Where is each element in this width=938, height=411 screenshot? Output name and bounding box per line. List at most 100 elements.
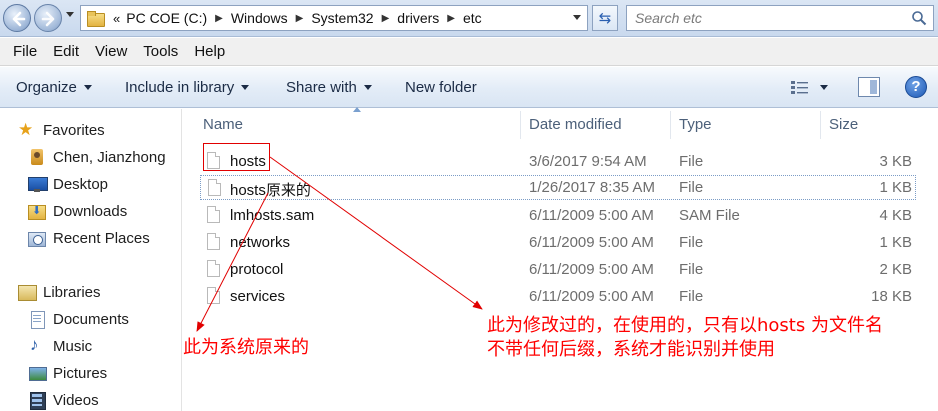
breadcrumb-drivers[interactable]: drivers bbox=[397, 10, 439, 26]
chevron-down-icon bbox=[83, 85, 92, 90]
annotation-line: 不带任何后缀，系统才能识别并使用 bbox=[487, 339, 775, 360]
nav-item-label: Music bbox=[53, 337, 93, 355]
file-row-hosts-original[interactable]: hosts原来的 1/26/2017 8:35 AM File 1 KB bbox=[200, 175, 916, 200]
folder-icon bbox=[87, 11, 105, 27]
organize-label: Organize bbox=[16, 79, 77, 96]
breadcrumb-system32[interactable]: System32 bbox=[311, 10, 373, 26]
annotation-line: 此为修改过的，在使用的，只有以hosts 为文件名 bbox=[487, 315, 883, 336]
nav-item-pictures[interactable]: Pictures bbox=[28, 362, 107, 384]
breadcrumb-windows[interactable]: Windows bbox=[231, 10, 288, 26]
file-type: File bbox=[679, 179, 704, 196]
search-icon[interactable] bbox=[911, 10, 927, 26]
include-in-library-button[interactable]: Include in library bbox=[117, 79, 257, 96]
column-header-date[interactable]: Date modified bbox=[529, 109, 622, 140]
file-type: File bbox=[679, 288, 704, 305]
nav-item-label: Desktop bbox=[53, 175, 109, 193]
sort-ascending-icon bbox=[353, 107, 361, 112]
nav-item-documents[interactable]: Documents bbox=[28, 308, 129, 330]
file-row-networks[interactable]: networks 6/11/2009 5:00 AM File 1 KB bbox=[200, 230, 916, 255]
nav-item-music[interactable]: Music bbox=[28, 335, 92, 357]
file-date: 6/11/2009 5:00 AM bbox=[529, 288, 654, 305]
nav-item-downloads[interactable]: Downloads bbox=[28, 200, 127, 222]
breadcrumb-drive[interactable]: PC COE (C:) bbox=[126, 10, 207, 26]
nav-item-videos[interactable]: Videos bbox=[28, 389, 99, 411]
file-row-hosts[interactable]: hosts 3/6/2017 9:54 AM File 3 KB bbox=[200, 149, 916, 174]
downloads-icon bbox=[28, 203, 46, 220]
file-size: 3 KB bbox=[879, 153, 912, 170]
help-icon[interactable]: ? bbox=[905, 76, 927, 98]
address-bar-row: « PC COE (C:) ▶ Windows ▶ System32 ▶ dri… bbox=[0, 0, 938, 37]
breadcrumb-separator-icon[interactable]: ▶ bbox=[382, 13, 390, 24]
address-bar[interactable]: « PC COE (C:) ▶ Windows ▶ System32 ▶ dri… bbox=[80, 5, 588, 31]
pictures-icon bbox=[28, 365, 47, 381]
file-icon bbox=[207, 233, 220, 250]
change-view-button[interactable] bbox=[790, 77, 836, 97]
breadcrumb-separator-icon[interactable]: ▶ bbox=[447, 13, 455, 24]
file-size: 1 KB bbox=[879, 179, 912, 196]
nav-favorites[interactable]: ★ Favorites bbox=[18, 119, 105, 141]
annotation-highlight-box bbox=[203, 143, 270, 171]
navigation-pane: ★ Favorites Chen, Jianzhong Desktop Down… bbox=[0, 109, 180, 411]
nav-libraries[interactable]: Libraries bbox=[18, 281, 101, 303]
column-separator[interactable] bbox=[670, 111, 671, 139]
desktop-icon bbox=[28, 176, 48, 192]
file-row-lmhosts[interactable]: lmhosts.sam 6/11/2009 5:00 AM SAM File 4… bbox=[200, 203, 916, 228]
breadcrumb-overflow[interactable]: « bbox=[113, 11, 120, 26]
menu-view[interactable]: View bbox=[87, 43, 135, 60]
music-icon bbox=[28, 335, 46, 355]
breadcrumb-separator-icon[interactable]: ▶ bbox=[296, 13, 304, 24]
share-with-button[interactable]: Share with bbox=[278, 79, 380, 96]
breadcrumb-etc[interactable]: etc bbox=[463, 10, 482, 26]
nav-item-recent-places[interactable]: Recent Places bbox=[28, 227, 150, 249]
menu-bar: File Edit View Tools Help bbox=[0, 38, 938, 66]
organize-button[interactable]: Organize bbox=[8, 79, 100, 96]
address-history-dropdown[interactable] bbox=[573, 15, 581, 20]
file-type: File bbox=[679, 261, 704, 278]
refresh-icon: ⇆ bbox=[598, 10, 612, 27]
menu-tools[interactable]: Tools bbox=[135, 43, 186, 60]
details-view-icon bbox=[791, 81, 808, 94]
chevron-down-icon bbox=[363, 85, 372, 90]
file-size: 1 KB bbox=[879, 234, 912, 251]
preview-pane-button[interactable] bbox=[858, 77, 880, 97]
column-header-size[interactable]: Size bbox=[829, 109, 858, 140]
search-box[interactable] bbox=[626, 5, 934, 31]
menu-file[interactable]: File bbox=[5, 43, 45, 60]
file-date: 1/26/2017 8:35 AM bbox=[529, 179, 655, 196]
new-folder-label: New folder bbox=[405, 79, 477, 96]
breadcrumb-separator-icon[interactable]: ▶ bbox=[215, 13, 223, 24]
nav-item-desktop[interactable]: Desktop bbox=[28, 173, 108, 195]
forward-button[interactable] bbox=[34, 4, 62, 32]
annotation-original-note: 此为系统原来的 bbox=[183, 337, 309, 358]
column-separator[interactable] bbox=[520, 111, 521, 139]
user-folder-icon bbox=[28, 149, 46, 165]
file-name: protocol bbox=[230, 261, 284, 278]
file-type: File bbox=[679, 153, 704, 170]
file-row-services[interactable]: services 6/11/2009 5:00 AM File 18 KB bbox=[200, 284, 916, 309]
file-list: Name Date modified Type Size hosts 3/6/2… bbox=[182, 107, 938, 411]
column-header-type[interactable]: Type bbox=[679, 109, 712, 140]
nav-item-label: Chen, Jianzhong bbox=[53, 148, 166, 166]
forward-arrow-icon bbox=[41, 11, 55, 27]
file-size: 2 KB bbox=[879, 261, 912, 278]
file-row-protocol[interactable]: protocol 6/11/2009 5:00 AM File 2 KB bbox=[200, 257, 916, 282]
search-input[interactable] bbox=[627, 6, 897, 30]
nav-item-user[interactable]: Chen, Jianzhong bbox=[28, 146, 166, 168]
recent-pages-dropdown[interactable] bbox=[66, 12, 74, 17]
refresh-button[interactable]: ⇆ bbox=[592, 5, 618, 31]
new-folder-button[interactable]: New folder bbox=[397, 79, 485, 96]
column-separator[interactable] bbox=[820, 111, 821, 139]
menu-help[interactable]: Help bbox=[186, 43, 233, 60]
nav-libraries-label: Libraries bbox=[43, 283, 101, 301]
command-bar: Organize Include in library Share with N… bbox=[0, 67, 938, 108]
back-button[interactable] bbox=[3, 4, 31, 32]
videos-icon bbox=[28, 392, 46, 410]
nav-favorites-label: Favorites bbox=[43, 121, 105, 139]
file-date: 6/11/2009 5:00 AM bbox=[529, 261, 654, 278]
file-name: lmhosts.sam bbox=[230, 207, 315, 224]
menu-edit[interactable]: Edit bbox=[45, 43, 87, 60]
nav-item-label: Pictures bbox=[53, 364, 108, 382]
file-name: services bbox=[230, 288, 286, 305]
column-header-name[interactable]: Name bbox=[203, 109, 243, 140]
file-date: 6/11/2009 5:00 AM bbox=[529, 207, 654, 224]
